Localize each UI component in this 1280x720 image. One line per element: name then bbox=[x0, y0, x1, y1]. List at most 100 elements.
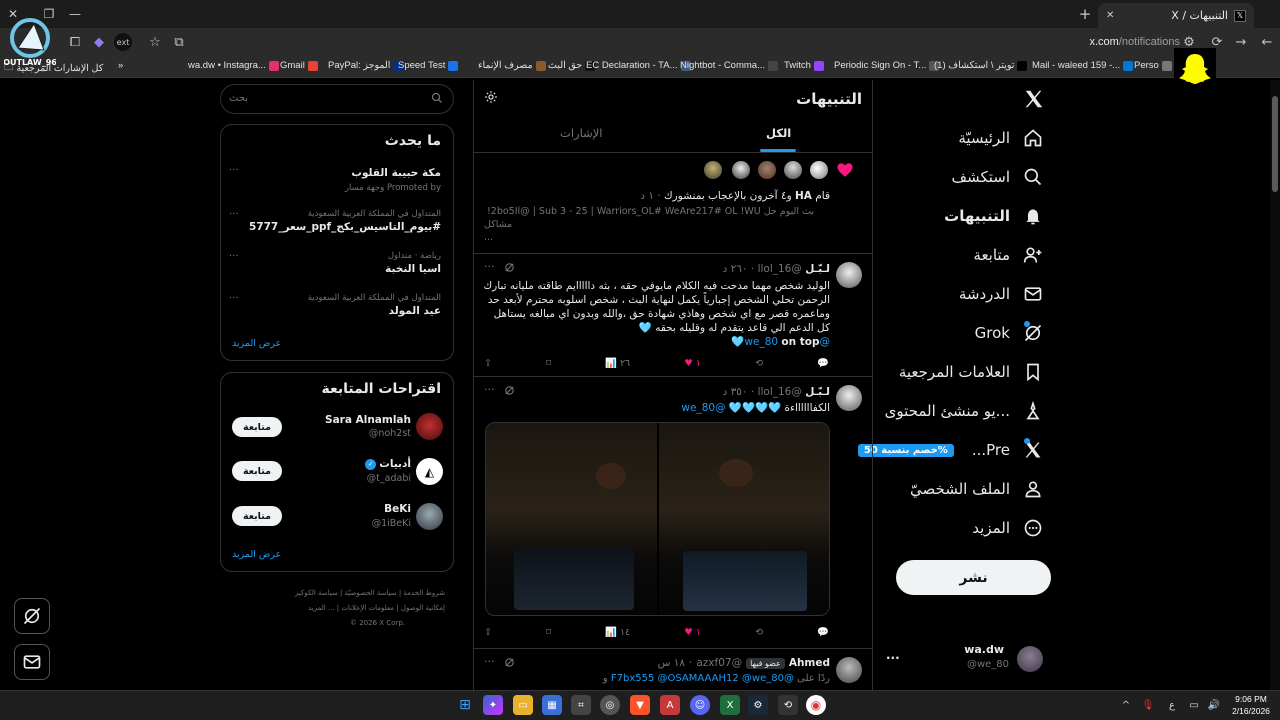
suggestion-avatar[interactable]: ◭ bbox=[416, 458, 443, 485]
sidebar-item-x[interactable]: Pre... %خصم بنسبة 50 bbox=[857, 436, 1044, 464]
share-icon[interactable]: ⇪ bbox=[484, 358, 492, 369]
author-avatar[interactable] bbox=[836, 657, 862, 683]
excel-icon[interactable]: X bbox=[720, 695, 740, 715]
bookmark-action-icon[interactable]: ⌑ bbox=[546, 627, 551, 638]
profile-extension-icon[interactable]: ext bbox=[114, 33, 132, 51]
grok-icon[interactable] bbox=[504, 657, 515, 668]
suggestion-name[interactable]: Sara Alnamlah bbox=[325, 414, 411, 426]
copilot-icon[interactable]: ✦ bbox=[483, 695, 503, 715]
brave-icon[interactable]: ▼ bbox=[630, 695, 650, 715]
like-stat[interactable]: ♥ ١ bbox=[684, 627, 701, 638]
follow-button[interactable]: متابعة bbox=[232, 417, 282, 437]
shield-extension-icon[interactable]: ◆ bbox=[90, 33, 108, 51]
bookmark-star-icon[interactable]: ☆ bbox=[146, 33, 164, 51]
tweet-media[interactable] bbox=[485, 422, 830, 616]
discord-icon[interactable]: ☺ bbox=[690, 695, 710, 715]
like-notification[interactable]: قام HA و٤ آخرون بالإعجاب بمنشورك · ١ د ب… bbox=[474, 153, 872, 253]
x-logo-icon[interactable] bbox=[1023, 88, 1047, 112]
grok-float-button[interactable] bbox=[14, 598, 50, 634]
bookmark-item[interactable]: Speed Test bbox=[398, 60, 459, 71]
author-avatar[interactable] bbox=[836, 385, 862, 411]
footer-link[interactable]: إمكانية الوصول bbox=[401, 604, 445, 612]
taskbar-clock[interactable]: 9:06 PM 2/16/2026 bbox=[1226, 693, 1276, 717]
calculator-icon[interactable]: ⌗ bbox=[571, 695, 591, 715]
language-indicator[interactable]: ع bbox=[1162, 695, 1182, 715]
suggestion-name[interactable]: BeKi bbox=[384, 503, 411, 515]
minimize-window-icon[interactable]: — bbox=[66, 5, 84, 23]
show-more-link[interactable]: عرض المزيد bbox=[232, 549, 281, 560]
grok-icon[interactable] bbox=[504, 385, 515, 396]
extensions-icon[interactable]: ⧠ bbox=[66, 33, 84, 51]
tab-mentions[interactable]: الإشارات bbox=[560, 126, 602, 140]
forward-icon[interactable]: → bbox=[1232, 33, 1250, 51]
install-app-icon[interactable]: ⧉ bbox=[170, 33, 188, 51]
trend-more-icon[interactable]: ··· bbox=[229, 209, 239, 220]
trend-item[interactable]: رياضة · متداول اسيا النخبة ··· bbox=[229, 251, 441, 275]
bookmark-item[interactable]: Periodic Sign On - T... bbox=[834, 60, 940, 71]
suggestion-avatar[interactable] bbox=[416, 413, 443, 440]
bookmark-item[interactable]: wa.dw • Instagra... bbox=[188, 60, 279, 71]
sidebar-item-profile[interactable]: الملف الشخصيّ bbox=[910, 475, 1044, 503]
retweet-icon[interactable]: ⟲ bbox=[755, 358, 763, 369]
sidebar-item-bell[interactable]: التنبيهات bbox=[944, 202, 1044, 230]
media-image[interactable] bbox=[658, 423, 829, 615]
trend-more-icon[interactable]: ··· bbox=[229, 165, 239, 176]
bookmark-action-icon[interactable]: ⌑ bbox=[546, 358, 551, 369]
account-more-icon[interactable]: ... bbox=[886, 648, 900, 662]
bookmark-item[interactable]: EC Declaration - TA... bbox=[586, 60, 691, 71]
microphone-icon[interactable]: 🎙 bbox=[1138, 695, 1158, 715]
show-more-link[interactable]: عرض المزيد bbox=[232, 338, 281, 349]
tab-close-icon[interactable]: ✕ bbox=[1106, 10, 1114, 21]
new-tab-icon[interactable]: + bbox=[1076, 5, 1094, 23]
tweet[interactable]: لـبّـل @llol_16 · ٣٥٠ د ··· الكفااااااءة… bbox=[474, 377, 872, 649]
account-switcher[interactable]: ... wa.dw @we_80 bbox=[880, 640, 1050, 680]
trend-more-icon[interactable]: ··· bbox=[229, 293, 239, 304]
tweet-more-icon[interactable]: ··· bbox=[484, 383, 495, 396]
footer-link[interactable]: شروط الخدمة bbox=[403, 589, 445, 597]
bookmark-item[interactable]: Twitch bbox=[784, 60, 824, 71]
tweet-more-icon[interactable]: ··· bbox=[484, 655, 495, 668]
sidebar-item-add-user[interactable]: متابعة bbox=[973, 241, 1044, 269]
store-icon[interactable]: ▦ bbox=[542, 695, 562, 715]
sidebar-item-bookmark[interactable]: العلامات المرجعية bbox=[899, 358, 1044, 386]
grok-icon[interactable] bbox=[504, 262, 515, 273]
file-explorer-icon[interactable]: ▭ bbox=[513, 695, 533, 715]
retweet-icon[interactable]: ⟲ bbox=[755, 627, 763, 638]
reply-icon[interactable]: 💬 bbox=[817, 627, 829, 638]
bookmark-item[interactable]: (1) تويتر \ استكشاف bbox=[934, 60, 1028, 71]
footer-link[interactable]: سياسة الكوكيز bbox=[295, 589, 338, 597]
tweet[interactable]: لـبّـل @llol_16 · ٢٦٠ د ··· الوليد شخص م… bbox=[474, 254, 872, 376]
chrome-icon[interactable]: ◉ bbox=[806, 695, 826, 715]
settings-gear-icon[interactable] bbox=[484, 90, 498, 104]
views-stat[interactable]: 📊 ٢٦ bbox=[605, 358, 630, 369]
sidebar-item-grok[interactable]: Grok bbox=[975, 319, 1044, 347]
follow-button[interactable]: متابعة bbox=[232, 506, 282, 526]
trend-more-icon[interactable]: ··· bbox=[229, 251, 239, 262]
network-icon[interactable]: ▭ bbox=[1184, 695, 1204, 715]
suggestion-name[interactable]: أدبيات ✓ bbox=[365, 458, 411, 470]
follow-button[interactable]: متابعة bbox=[232, 461, 282, 481]
sidebar-item-creator[interactable]: ...يو منشئ المحتوى bbox=[885, 397, 1044, 425]
start-menu-icon[interactable]: ⊞ bbox=[455, 695, 475, 715]
app-icon[interactable]: A bbox=[660, 695, 680, 715]
media-image[interactable] bbox=[486, 423, 657, 615]
bookmark-item[interactable]: Perso bbox=[1134, 60, 1172, 71]
share-icon[interactable]: ⇪ bbox=[484, 627, 492, 638]
address-bar[interactable] bbox=[140, 31, 1200, 53]
footer-link[interactable]: معلومات الإعلانات bbox=[341, 604, 394, 612]
reply-icon[interactable]: 💬 bbox=[817, 358, 829, 369]
suggestion-avatar[interactable] bbox=[416, 503, 443, 530]
search-input[interactable]: بحث bbox=[220, 84, 454, 114]
sidebar-item-home[interactable]: الرئيسيّة bbox=[958, 124, 1044, 152]
volume-icon[interactable]: 🔊 bbox=[1204, 695, 1224, 715]
bookmarks-overflow-icon[interactable]: » bbox=[118, 60, 123, 71]
sidebar-item-search[interactable]: استكشف bbox=[952, 163, 1044, 191]
sidebar-item-more[interactable]: المزيد bbox=[972, 514, 1044, 542]
sidebar-item-mail[interactable]: الدردشة bbox=[959, 280, 1044, 308]
bookmark-item[interactable]: مصرف الإنماء bbox=[478, 60, 546, 71]
footer-link[interactable]: سياسة الخصوصيّة bbox=[345, 589, 397, 597]
tweet-more-icon[interactable]: ··· bbox=[484, 260, 495, 273]
browser-tab[interactable]: 𝕏 التنبيهات / X ✕ bbox=[1098, 3, 1254, 28]
like-stat[interactable]: ♥ ١ bbox=[684, 358, 701, 369]
trend-item[interactable]: المتداول في المملكة العربية السعودية #بي… bbox=[229, 209, 441, 233]
